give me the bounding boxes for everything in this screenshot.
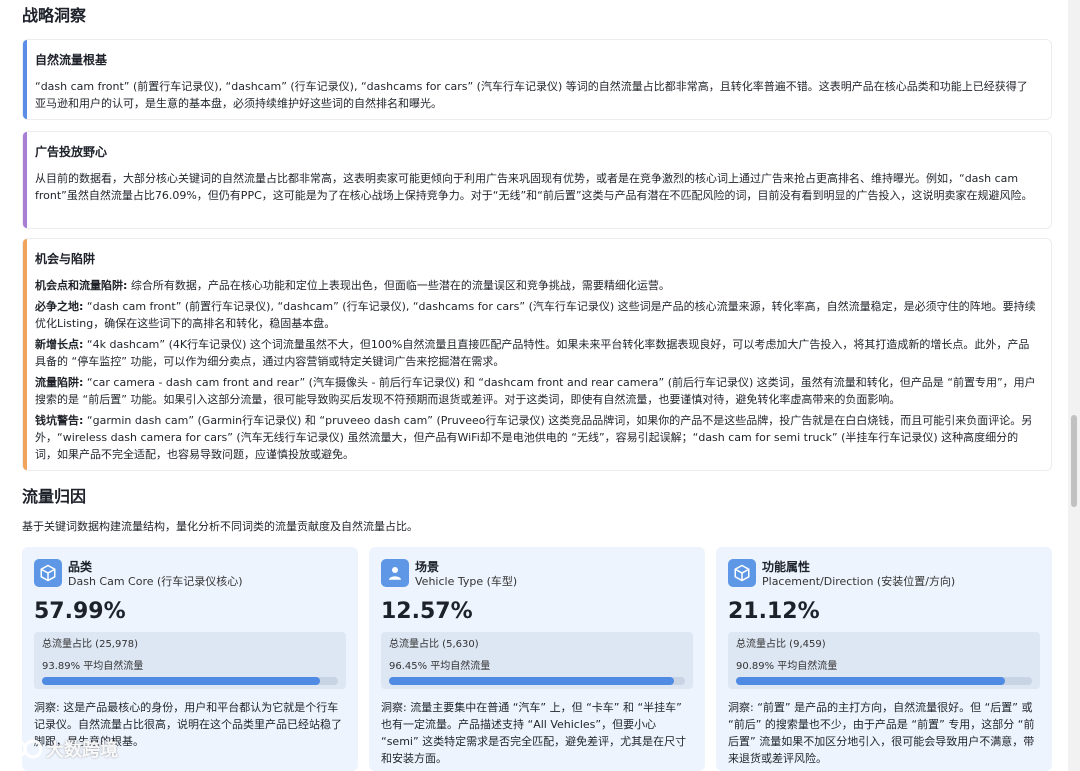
metric-name: 品类 bbox=[68, 560, 93, 574]
metric-name: 功能属性 bbox=[762, 560, 811, 574]
metric-percentage: 21.12% bbox=[728, 599, 820, 624]
insight-card-opportunity: 机会与陷阱 机会点和流量陷阱: 综合所有数据，产品在核心功能和定位上表现出色，但… bbox=[22, 238, 1052, 471]
natural-traffic-label: 96.45% 平均自然流量 bbox=[389, 661, 491, 672]
natural-progress-fill bbox=[42, 677, 320, 685]
natural-progress-track bbox=[389, 677, 685, 685]
card-title: 自然流量根基 bbox=[35, 53, 108, 67]
scrollbar-thumb[interactable] bbox=[1071, 415, 1077, 507]
metric-stats-box: 总流量占比 (25,978) 93.89% 平均自然流量 bbox=[34, 632, 346, 689]
natural-progress-fill bbox=[736, 677, 1006, 685]
metric-card-scenario: 场景 Vehicle Type (车型) 12.57% 总流量占比 (5,630… bbox=[369, 547, 705, 771]
traffic-share-label: 总流量占比 (25,978) bbox=[42, 639, 138, 650]
metric-insight: 洞察: 流量主要集中在普通 “汽车” 上，但 “卡车” 和 “半挂车” 也有一定… bbox=[381, 701, 687, 765]
metric-card-function: 功能属性 Placement/Direction (安装位置/方向) 21.12… bbox=[716, 547, 1052, 771]
cube-icon bbox=[34, 559, 62, 587]
attribution-subtitle: 基于关键词数据构建流量结构，量化分析不同词类的流量贡献度及自然流量占比。 bbox=[22, 520, 418, 533]
attribution-section-title: 流量归因 bbox=[22, 487, 87, 506]
metric-stats-box: 总流量占比 (5,630) 96.45% 平均自然流量 bbox=[381, 632, 693, 689]
metric-subtitle: Placement/Direction (安装位置/方向) bbox=[762, 575, 956, 588]
strategy-section-title: 战略洞察 bbox=[22, 6, 87, 25]
card-accent-bar bbox=[23, 40, 27, 119]
metric-percentage: 57.99% bbox=[34, 599, 126, 624]
traffic-share-label: 总流量占比 (5,630) bbox=[389, 639, 479, 650]
card-text: 从目前的数据看，大部分核心关键词的自然流量占比都非常高，这表明卖家可能更倾向于利… bbox=[35, 172, 1033, 202]
insight-card-organic: 自然流量根基 “dash cam front” (前置行车记录仪), “dash… bbox=[22, 39, 1052, 120]
card-accent-bar bbox=[23, 239, 27, 470]
card-title: 机会与陷阱 bbox=[35, 252, 96, 266]
opportunity-summary: 机会点和流量陷阱: 综合所有数据，产品在核心功能和定位上表现出色，但面临一些潜在… bbox=[35, 279, 670, 292]
metric-name: 场景 bbox=[415, 560, 440, 574]
watermark-logo-icon bbox=[8, 739, 42, 759]
natural-progress-fill bbox=[389, 677, 675, 685]
card-title: 广告投放野心 bbox=[35, 145, 108, 159]
cube-icon bbox=[728, 559, 756, 587]
watermark: 大数跨境 bbox=[8, 736, 118, 762]
metric-stats-box: 总流量占比 (9,459) 90.89% 平均自然流量 bbox=[728, 632, 1040, 689]
trap-paragraph: 流量陷阱: “car camera - dash cam front and r… bbox=[35, 376, 1036, 406]
natural-traffic-label: 90.89% 平均自然流量 bbox=[736, 661, 838, 672]
natural-traffic-label: 93.89% 平均自然流量 bbox=[42, 661, 144, 672]
metric-percentage: 12.57% bbox=[381, 599, 473, 624]
natural-progress-track bbox=[736, 677, 1032, 685]
warning-paragraph: 钱坑警告: “garmin dash cam” (Garmin行车记录仪) 和 … bbox=[35, 414, 1033, 461]
card-accent-bar bbox=[23, 132, 27, 228]
metric-subtitle: Dash Cam Core (行车记录仪核心) bbox=[68, 575, 243, 588]
growth-paragraph: 新增长点: “4k dashcam” (4K行车记录仪) 这个词流量虽然不大，但… bbox=[35, 338, 1030, 368]
card-text: “dash cam front” (前置行车记录仪), “dashcam” (行… bbox=[35, 80, 1028, 110]
user-icon bbox=[381, 559, 409, 587]
natural-progress-track bbox=[42, 677, 338, 685]
insight-card-ads: 广告投放野心 从目前的数据看，大部分核心关键词的自然流量占比都非常高，这表明卖家… bbox=[22, 131, 1052, 229]
vertical-scrollbar[interactable] bbox=[1068, 0, 1080, 771]
watermark-text: 大数跨境 bbox=[46, 740, 118, 761]
metric-insight: 洞察: “前置” 是产品的主打方向，自然流量很好。但 “后置” 或 “前后” 的… bbox=[728, 701, 1035, 765]
metric-subtitle: Vehicle Type (车型) bbox=[415, 575, 518, 588]
must-win-paragraph: 必争之地: “dash cam front” (前置行车记录仪), “dashc… bbox=[35, 300, 1036, 330]
traffic-share-label: 总流量占比 (9,459) bbox=[736, 639, 826, 650]
